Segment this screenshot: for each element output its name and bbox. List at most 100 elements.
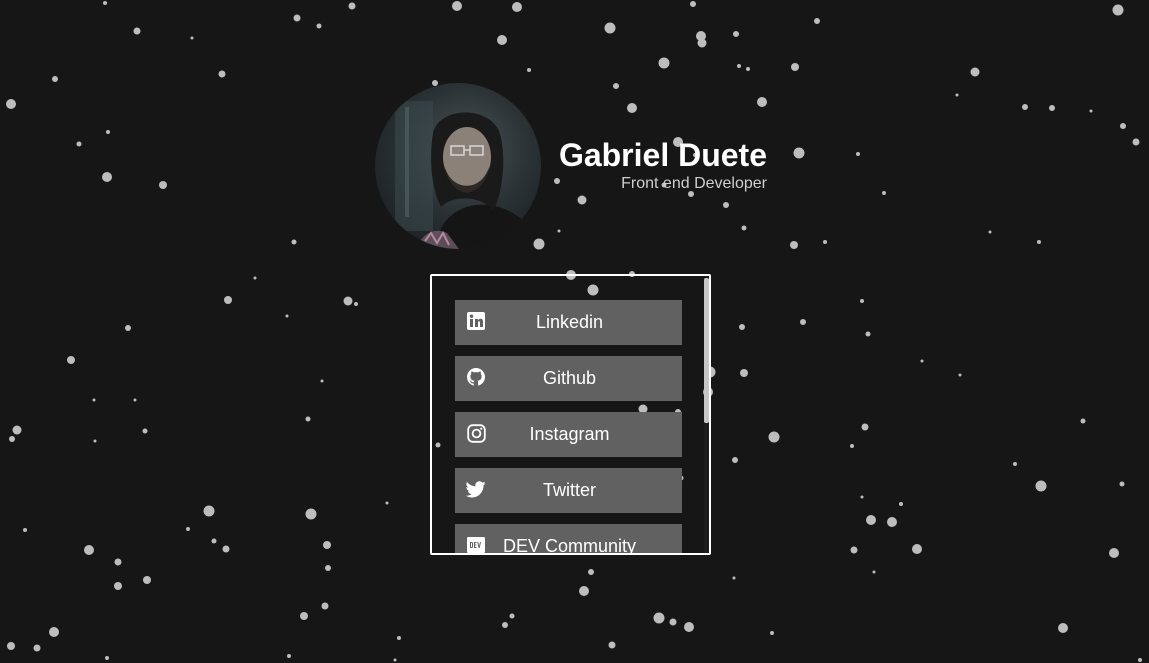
star-dot: [608, 641, 616, 649]
linkedin-link-label: Linkedin: [535, 312, 604, 332]
star-dot: [1119, 481, 1125, 487]
star-dot: [320, 379, 324, 383]
github-icon: [466, 367, 486, 387]
star-dot: [133, 27, 141, 35]
star-dot: [1138, 658, 1142, 662]
star-dot: [1112, 4, 1124, 16]
links-scrollbar[interactable]: [704, 276, 709, 553]
twitter-link-button[interactable]: Twitter: [455, 468, 682, 513]
star-dot: [114, 582, 122, 590]
instagram-link-button[interactable]: Instagram: [455, 412, 682, 457]
star-dot: [190, 36, 194, 40]
links-scrollbar-thumb[interactable]: [704, 278, 709, 423]
star-dot: [746, 67, 750, 71]
star-dot: [348, 2, 356, 10]
star-dot: [1089, 109, 1093, 113]
instagram-link-label: Instagram: [529, 424, 610, 444]
star-dot: [861, 423, 869, 431]
avatar: [375, 83, 541, 249]
star-dot: [527, 68, 531, 72]
star-dot: [502, 622, 508, 628]
star-dot: [814, 18, 820, 24]
links-list: Linkedin Github Instagram Twitter DEV Co…: [455, 300, 682, 555]
twitter-icon: [466, 479, 486, 499]
star-dot: [1049, 105, 1055, 111]
star-dot: [105, 656, 109, 660]
star-dot: [823, 240, 827, 244]
star-dot: [1109, 548, 1119, 558]
linkedin-link-button[interactable]: Linkedin: [455, 300, 682, 345]
star-dot: [970, 67, 980, 77]
star-dot: [866, 515, 876, 525]
star-dot: [321, 602, 329, 610]
star-dot: [33, 644, 41, 652]
star-dot: [67, 356, 75, 364]
profile-name: Gabriel Duete: [558, 137, 767, 173]
star-dot: [92, 398, 96, 402]
star-dot: [958, 373, 962, 377]
star-dot: [653, 612, 665, 624]
star-dot: [293, 14, 301, 22]
star-dot: [125, 325, 131, 331]
star-dot: [133, 398, 137, 402]
star-dot: [733, 31, 739, 37]
star-dot: [103, 1, 107, 5]
star-dot: [343, 296, 353, 306]
star-dot: [509, 613, 515, 619]
star-dot: [732, 457, 738, 463]
dev-community-link-button[interactable]: DEV Community: [455, 524, 682, 555]
star-dot: [300, 612, 308, 620]
star-dot: [84, 545, 94, 555]
star-dot: [770, 631, 774, 635]
star-dot: [860, 299, 864, 303]
star-dot: [218, 70, 226, 78]
star-dot: [305, 508, 317, 520]
star-dot: [690, 1, 696, 7]
star-dot: [887, 517, 897, 527]
star-dot: [354, 302, 358, 306]
star-dot: [211, 538, 217, 544]
star-dot: [323, 541, 331, 549]
dev-community-link-label: DEV Community: [502, 536, 637, 555]
star-dot: [23, 528, 27, 532]
star-dot: [6, 99, 16, 109]
star-dot: [305, 416, 311, 422]
links-panel[interactable]: Linkedin Github Instagram Twitter DEV Co…: [430, 274, 711, 555]
star-dot: [49, 627, 59, 637]
star-dot: [291, 239, 297, 245]
star-dot: [1058, 623, 1068, 633]
star-dot: [452, 1, 462, 11]
star-dot: [988, 230, 992, 234]
star-dot: [800, 319, 806, 325]
star-dot: [920, 359, 924, 363]
star-dot: [790, 241, 798, 249]
star-dot: [397, 636, 401, 640]
star-dot: [739, 324, 745, 330]
star-dot: [7, 642, 15, 650]
star-dot: [12, 425, 22, 435]
star-dot: [1013, 462, 1017, 466]
star-dot: [393, 658, 397, 662]
star-dot: [287, 654, 291, 658]
profile-role: Front end Developer: [621, 175, 767, 192]
star-dot: [697, 38, 707, 48]
star-dot: [497, 35, 507, 45]
star-dot: [143, 576, 151, 584]
star-dot: [52, 76, 58, 82]
star-dot: [872, 570, 876, 574]
star-dot: [955, 93, 959, 97]
instagram-icon: [466, 423, 486, 443]
star-dot: [1022, 104, 1028, 110]
star-dot: [696, 31, 706, 41]
profile-header: Gabriel Duete Front end Developer: [375, 83, 770, 251]
star-dot: [1120, 123, 1126, 129]
star-dot: [186, 527, 190, 531]
star-dot: [316, 23, 322, 29]
star-dot: [860, 495, 864, 499]
star-dot: [865, 331, 871, 337]
star-dot: [102, 172, 112, 182]
star-dot: [588, 569, 594, 575]
star-dot: [1037, 240, 1041, 244]
github-link-button[interactable]: Github: [455, 356, 682, 401]
star-dot: [737, 64, 741, 68]
